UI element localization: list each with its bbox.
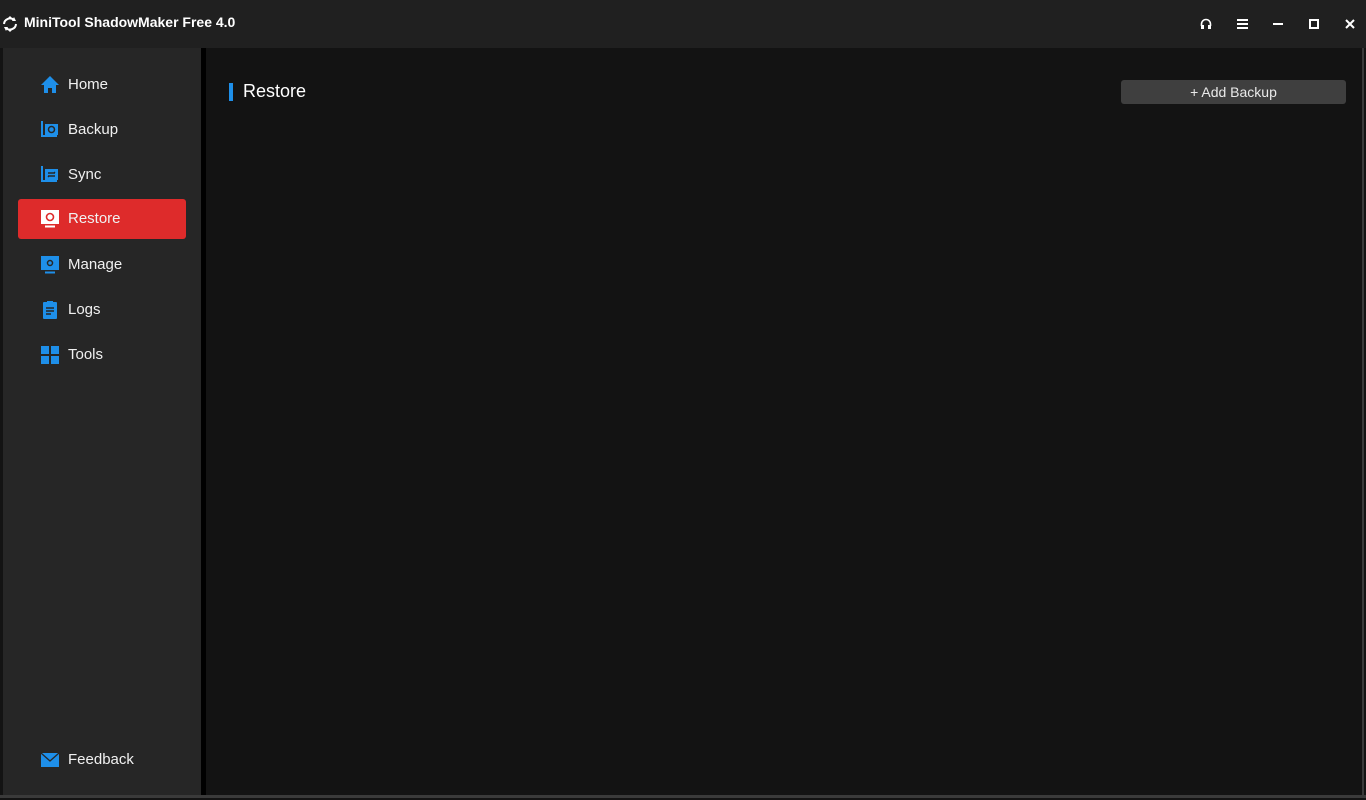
sidebar-item-tools[interactable]: Tools	[18, 335, 186, 375]
app-title: MiniTool ShadowMaker Free 4.0	[24, 14, 236, 30]
sync-icon	[41, 166, 58, 182]
title-bar: MiniTool ShadowMaker Free 4.0	[0, 0, 1366, 48]
sidebar-item-home[interactable]: Home	[18, 65, 186, 105]
section-accent-bar	[229, 83, 233, 101]
sidebar-item-label: Restore	[68, 210, 121, 227]
tools-icon	[41, 346, 59, 364]
sidebar-item-label: Manage	[68, 256, 123, 273]
sidebar: Home Backup Sync Restore Manage Logs Too…	[3, 48, 201, 795]
minimize-icon	[1273, 23, 1283, 25]
home-icon	[41, 76, 59, 93]
add-backup-button[interactable]: + Add Backup	[1121, 80, 1346, 104]
page-title: Restore	[243, 81, 307, 101]
restore-icon	[41, 210, 59, 228]
sidebar-item-manage[interactable]: Manage	[18, 245, 186, 285]
sidebar-item-restore[interactable]: Restore	[18, 199, 186, 239]
maximize-button[interactable]	[1304, 14, 1324, 34]
window-border-bottom	[0, 795, 1366, 798]
sidebar-item-label: Backup	[68, 121, 119, 138]
logs-icon	[43, 301, 57, 319]
manage-icon	[41, 256, 59, 274]
maximize-icon	[1309, 19, 1319, 29]
hamburger-menu-icon	[1236, 19, 1248, 29]
support-button[interactable]	[1196, 14, 1216, 34]
sidebar-item-label: Tools	[68, 346, 104, 363]
window-border-right	[1362, 48, 1364, 796]
mail-icon	[40, 752, 60, 767]
minimize-button[interactable]	[1268, 14, 1288, 34]
sidebar-item-label: Sync	[68, 166, 102, 183]
app-logo-icon	[3, 16, 17, 32]
close-icon	[1345, 19, 1355, 29]
sidebar-item-sync[interactable]: Sync	[18, 155, 186, 195]
sidebar-item-backup[interactable]: Backup	[18, 110, 186, 150]
main-content: Restore + Add Backup	[206, 48, 1362, 795]
close-button[interactable]	[1340, 14, 1360, 34]
backup-icon	[41, 121, 58, 137]
sidebar-item-label: Home	[68, 76, 109, 93]
feedback-label: Feedback	[68, 751, 134, 768]
menu-button[interactable]	[1232, 14, 1252, 34]
sidebar-item-label: Logs	[68, 301, 101, 318]
headset-icon	[1200, 18, 1212, 29]
feedback-button[interactable]: Feedback	[18, 740, 186, 780]
sidebar-item-logs[interactable]: Logs	[18, 290, 186, 330]
